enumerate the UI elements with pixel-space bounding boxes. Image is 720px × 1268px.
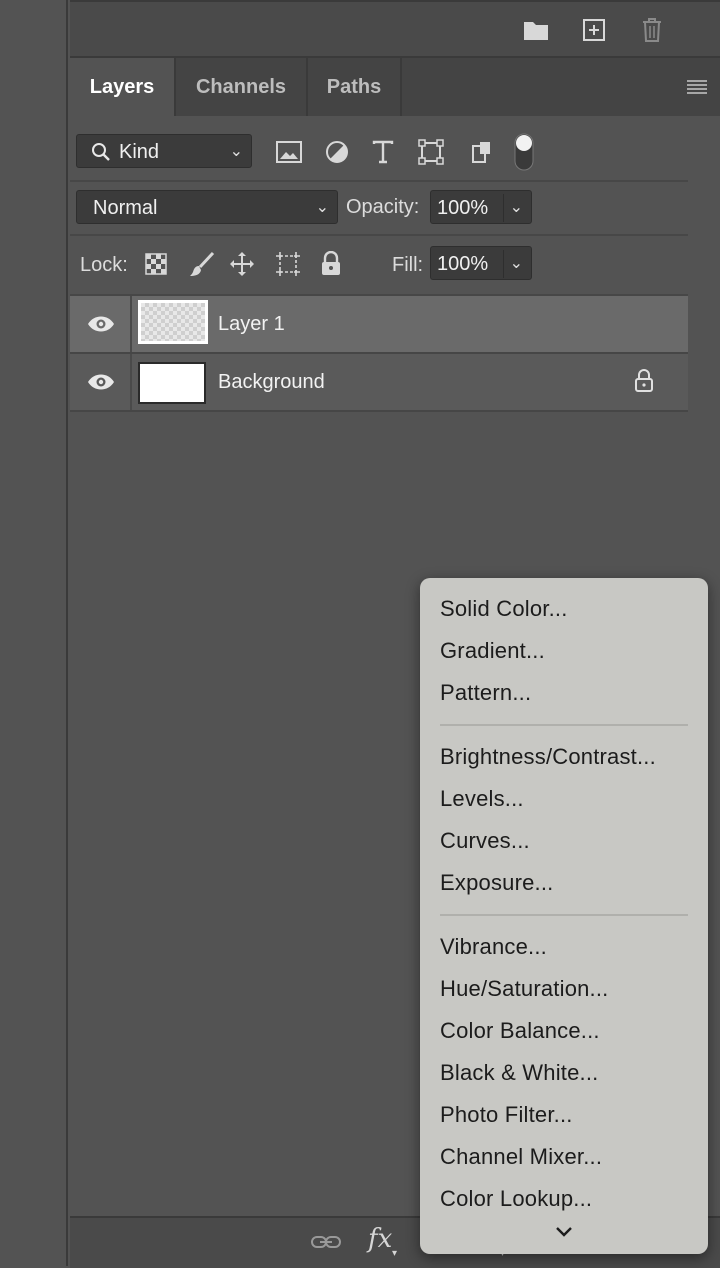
field-divider: [503, 250, 504, 278]
layer-row-layer-1[interactable]: Layer 1: [70, 296, 688, 354]
fx-button[interactable]: fx: [368, 1224, 392, 1254]
layer-thumbnail-transparent: [138, 300, 208, 344]
move-icon[interactable]: [228, 250, 256, 278]
search-icon: [91, 135, 111, 169]
menu-item-curves[interactable]: Curves...: [440, 828, 530, 854]
lock-label: Lock:: [80, 254, 128, 276]
menu-item-color-lookup[interactable]: Color Lookup...: [440, 1186, 592, 1212]
trash-icon[interactable]: [634, 14, 670, 46]
lock-icon[interactable]: [632, 368, 656, 394]
lock-row: Lock: Fill: 100% ⌄: [70, 236, 688, 296]
chevron-down-icon[interactable]: ⌄: [510, 247, 523, 281]
menu-item-pattern[interactable]: Pattern...: [440, 680, 531, 706]
adjustment-layer-menu: Solid Color... Gradient... Pattern... Br…: [420, 578, 708, 1254]
adjustment-layer-filter-icon[interactable]: [322, 138, 352, 166]
menu-item-color-balance[interactable]: Color Balance...: [440, 1018, 600, 1044]
opacity-label: Opacity:: [346, 196, 420, 218]
shape-layer-filter-icon[interactable]: [416, 138, 446, 166]
kind-label: Kind: [119, 141, 160, 163]
eye-icon[interactable]: [86, 312, 116, 336]
menu-item-hue-saturation[interactable]: Hue/Saturation...: [440, 976, 609, 1002]
fx-dropdown-arrow-icon: ▾: [392, 1248, 398, 1259]
fill-value: 100%: [437, 253, 489, 275]
menu-separator: [440, 914, 688, 916]
link-icon[interactable]: [310, 1230, 342, 1254]
menu-separator: [440, 724, 688, 726]
layer-name: Background: [218, 371, 325, 393]
menu-item-gradient[interactable]: Gradient...: [440, 638, 545, 664]
eye-icon[interactable]: [86, 370, 116, 394]
kind-dropdown[interactable]: Kind ⌄: [76, 134, 252, 168]
chevron-down-icon[interactable]: ⌄: [510, 191, 523, 225]
blend-row: Normal ⌄ Opacity: 100% ⌄: [70, 182, 688, 236]
chevron-down-icon: ⌄: [229, 143, 243, 160]
visibility-divider: [130, 354, 132, 410]
new-item-icon[interactable]: [576, 14, 612, 46]
fill-label: Fill:: [392, 254, 424, 276]
top-toolbar: [70, 0, 720, 58]
menu-item-levels[interactable]: Levels...: [440, 786, 524, 812]
lock-transparent-pixels-icon[interactable]: [144, 252, 168, 276]
panel-tabs: Layers Channels Paths: [70, 58, 720, 116]
blend-mode-value: Normal: [93, 197, 158, 219]
menu-item-solid-color[interactable]: Solid Color...: [440, 596, 568, 622]
smart-object-filter-icon[interactable]: [466, 138, 496, 166]
panel-divider: [66, 0, 68, 1266]
tab-paths[interactable]: Paths: [308, 58, 402, 116]
menu-item-photo-filter[interactable]: Photo Filter...: [440, 1102, 573, 1128]
blend-mode-dropdown[interactable]: Normal ⌄: [76, 190, 338, 224]
filter-row: Kind ⌄: [70, 124, 688, 182]
layer-thumbnail-white: [138, 362, 206, 404]
menu-item-brightness-contrast[interactable]: Brightness/Contrast...: [440, 744, 656, 770]
menu-item-channel-mixer[interactable]: Channel Mixer...: [440, 1144, 602, 1170]
tab-channels[interactable]: Channels: [176, 58, 308, 116]
panel-menu-icon[interactable]: [684, 76, 710, 98]
tab-layers[interactable]: Layers: [70, 58, 176, 116]
type-layer-filter-icon[interactable]: [368, 138, 398, 166]
filter-toggle-switch[interactable]: [512, 132, 536, 172]
visibility-divider: [130, 296, 132, 352]
layer-name: Layer 1: [218, 313, 285, 335]
artboard-lock-icon[interactable]: [274, 250, 302, 278]
field-divider: [503, 194, 504, 222]
lock-all-icon[interactable]: [318, 250, 344, 278]
menu-item-vibrance[interactable]: Vibrance...: [440, 934, 547, 960]
layer-row-background[interactable]: Background: [70, 354, 688, 412]
chevron-down-icon: ⌄: [315, 199, 329, 216]
menu-item-black-white[interactable]: Black & White...: [440, 1060, 598, 1086]
opacity-field[interactable]: 100% ⌄: [430, 190, 532, 224]
opacity-value: 100%: [437, 197, 489, 219]
brush-icon[interactable]: [188, 250, 216, 278]
scroll-down-chevron-icon[interactable]: [552, 1222, 576, 1242]
pixel-layer-filter-icon[interactable]: [274, 138, 304, 166]
fill-field[interactable]: 100% ⌄: [430, 246, 532, 280]
folder-icon[interactable]: [518, 14, 554, 46]
menu-item-exposure[interactable]: Exposure...: [440, 870, 553, 896]
